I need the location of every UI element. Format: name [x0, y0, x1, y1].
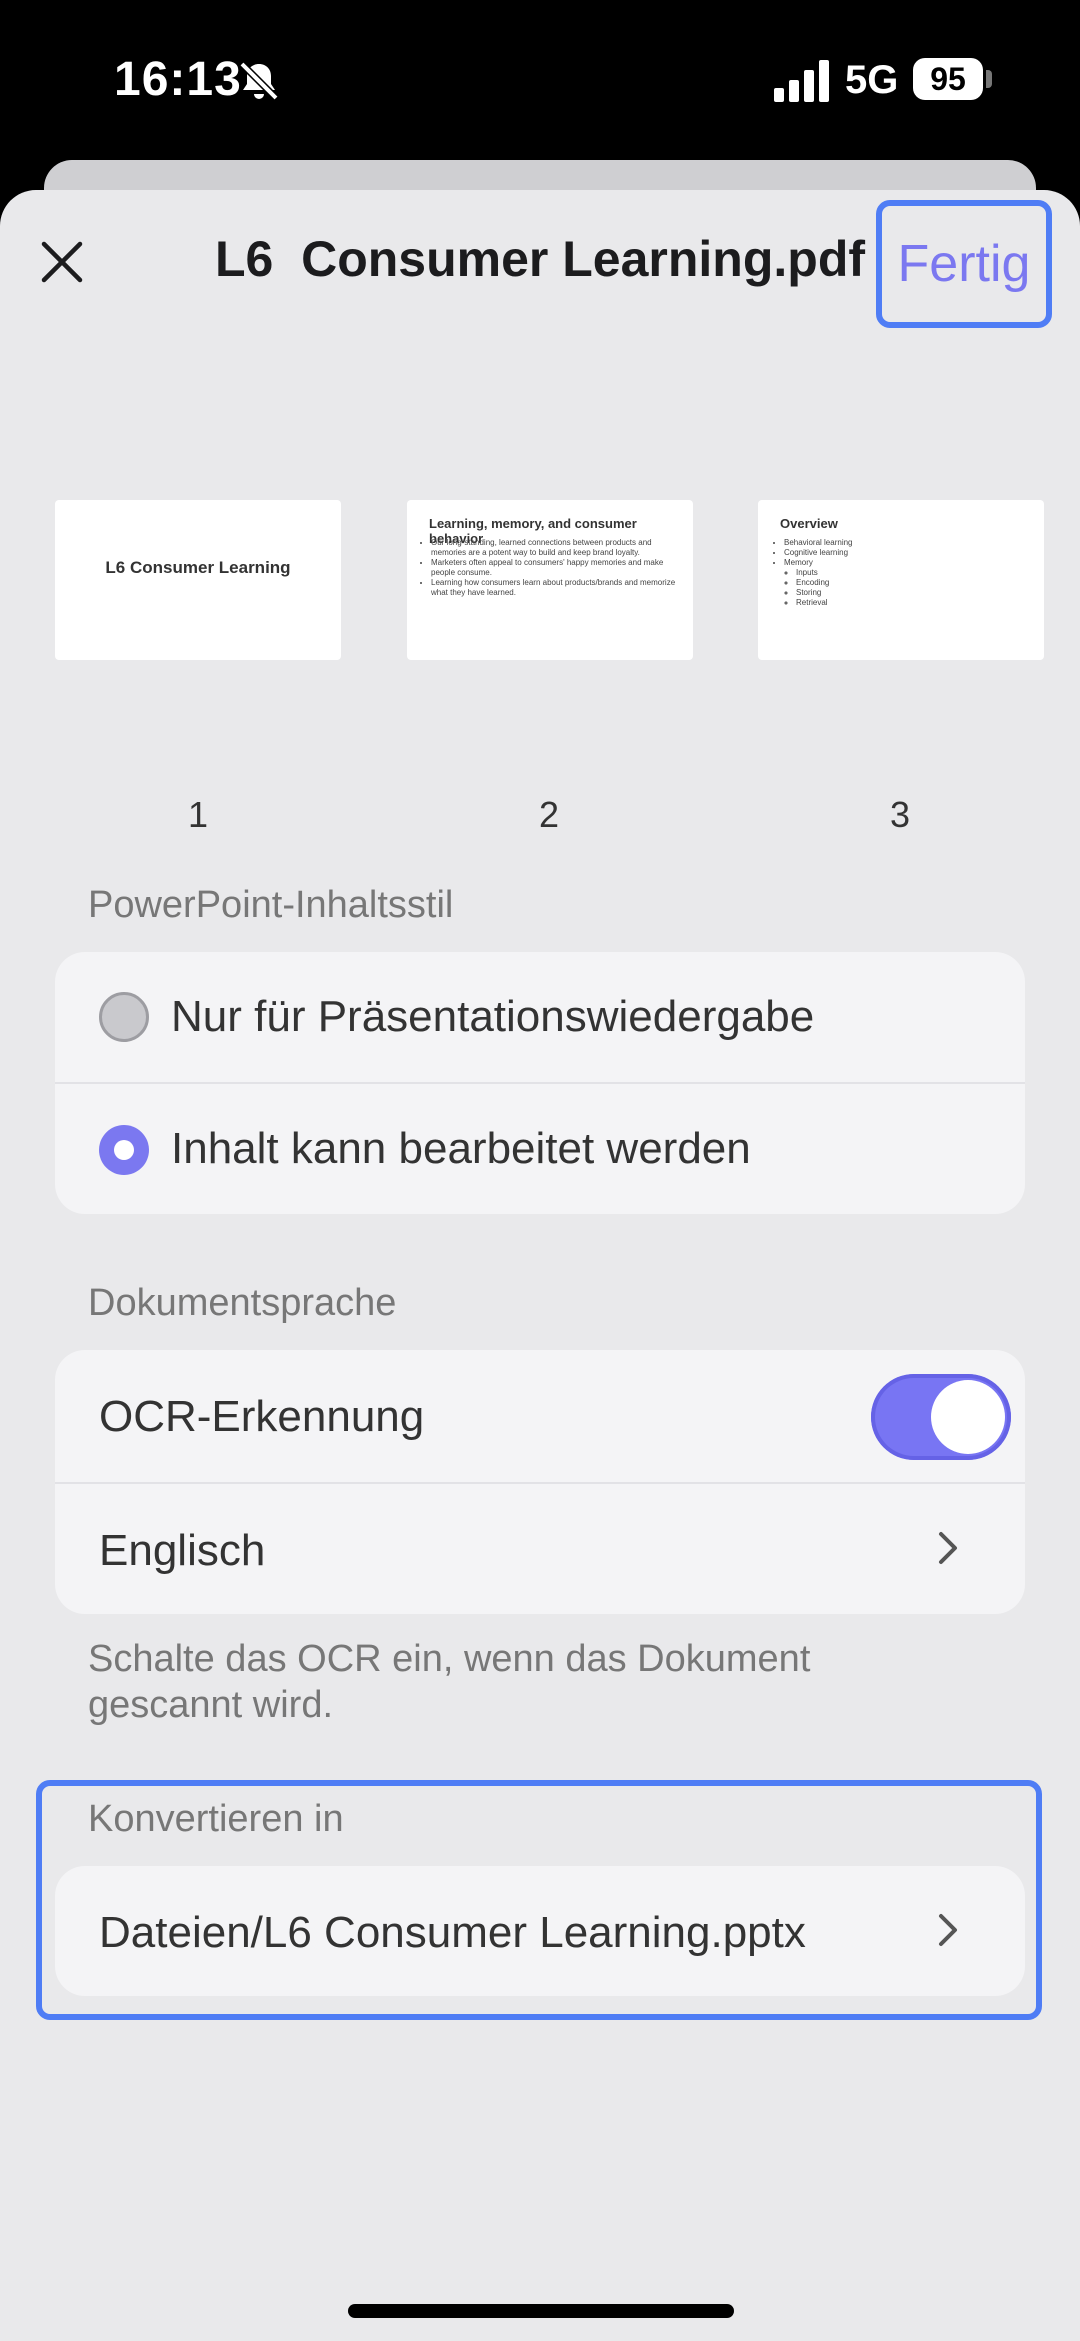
- option-presentation-only[interactable]: Nur für Präsentationswiedergabe: [55, 952, 1025, 1082]
- battery-level: 95: [913, 58, 983, 100]
- status-bar: 16:13 5G 95: [0, 0, 1080, 160]
- thumbnail-sub-bullets: Inputs Encoding Storing Retrieval: [784, 568, 853, 608]
- page-thumbnail-1[interactable]: L6 Consumer Learning: [55, 500, 341, 660]
- ocr-toggle[interactable]: [871, 1374, 1011, 1460]
- convert-destination-row[interactable]: Dateien/L6 Consumer Learning.pptx: [55, 1866, 1025, 1996]
- close-icon[interactable]: [36, 236, 88, 288]
- content-style-card: Nur für Präsentationswiedergabe Inhalt k…: [55, 952, 1025, 1214]
- thumbnail-bullet: Memory Inputs Encoding Storing Retrieval: [784, 558, 853, 608]
- thumbnail-bullet-text: Memory: [784, 558, 813, 567]
- network-type: 5G: [845, 58, 899, 102]
- destination-path: Dateien/L6 Consumer Learning.pptx: [99, 1908, 806, 1957]
- cellular-signal-icon: [774, 60, 829, 102]
- done-button[interactable]: Fertig: [876, 200, 1052, 328]
- bell-muted-icon: [239, 61, 279, 101]
- page-number: 2: [538, 794, 560, 835]
- thumbnail-bullets: Our long-standing, learned connections b…: [417, 538, 681, 598]
- page-number: 1: [187, 794, 209, 835]
- thumbnail-sub-bullet: Storing: [796, 588, 853, 598]
- ocr-label: OCR-Erkennung: [99, 1392, 425, 1441]
- thumbnail-sub-bullet: Encoding: [796, 578, 853, 588]
- thumbnail-sub-bullet: Inputs: [796, 568, 853, 578]
- page-thumbnail-2[interactable]: Learning, memory, and consumer behavior …: [407, 500, 693, 660]
- radio-unselected[interactable]: [99, 992, 149, 1042]
- page-thumbnail-3[interactable]: Overview Behavioral learning Cognitive l…: [758, 500, 1044, 660]
- convert-label: Konvertieren in: [88, 1798, 344, 1840]
- home-indicator[interactable]: [348, 2304, 734, 2318]
- thumbnail-bullet: Marketers often appeal to consumers' hap…: [431, 558, 681, 578]
- toggle-knob: [931, 1380, 1005, 1454]
- chevron-right-icon: [939, 1532, 957, 1564]
- radio-selected[interactable]: [99, 1125, 149, 1175]
- document-language-card: OCR-Erkennung Englisch: [55, 1350, 1025, 1614]
- thumbnail-bullet: Cognitive learning: [784, 548, 853, 558]
- battery-icon: [986, 70, 992, 88]
- ocr-hint: Schalte das OCR ein, wenn das Dokument g…: [88, 1638, 811, 1726]
- status-time: 16:13: [114, 53, 242, 106]
- chevron-right-icon: [939, 1914, 957, 1946]
- thumbnail-bullet: Learning how consumers learn about produ…: [431, 578, 681, 598]
- thumbnail-sub-bullet: Retrieval: [796, 598, 853, 608]
- option-label: Inhalt kann bearbeitet werden: [171, 1124, 751, 1173]
- thumbnail-title: Overview: [780, 516, 838, 531]
- page-number: 3: [889, 794, 911, 835]
- thumbnail-bullet: Behavioral learning: [784, 538, 853, 548]
- thumbnail-bullet: Our long-standing, learned connections b…: [431, 538, 681, 558]
- page-title: L6 Consumer Learning.pdf: [214, 231, 866, 287]
- document-language-label: Dokumentsprache: [88, 1282, 397, 1324]
- language-value: Englisch: [99, 1526, 266, 1575]
- thumbnail-bullets: Behavioral learning Cognitive learning M…: [770, 538, 853, 608]
- option-editable-content[interactable]: Inhalt kann bearbeitet werden: [55, 1084, 1025, 1214]
- content-style-label: PowerPoint-Inhaltsstil: [88, 884, 454, 926]
- language-row[interactable]: Englisch: [55, 1484, 1025, 1614]
- option-label: Nur für Präsentationswiedergabe: [171, 992, 815, 1041]
- thumbnail-title: L6 Consumer Learning: [105, 558, 291, 577]
